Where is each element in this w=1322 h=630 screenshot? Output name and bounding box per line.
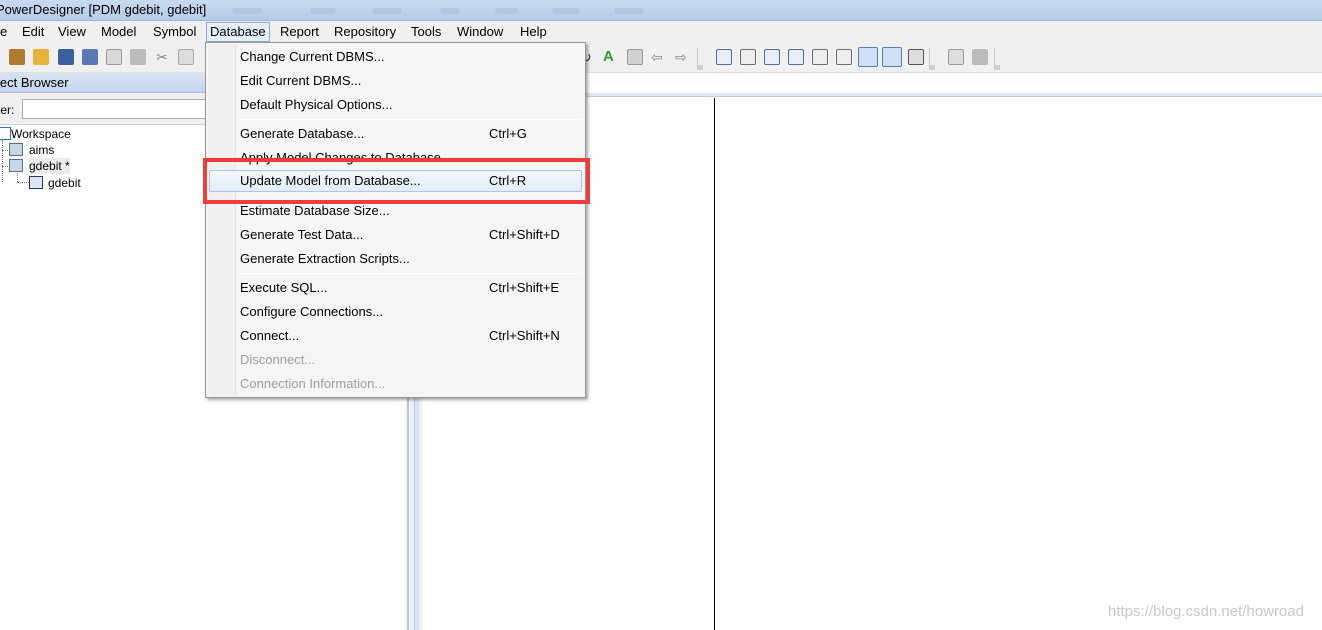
toolbar-separator[interactable]: [994, 48, 1000, 70]
layout-icon-3[interactable]: [764, 49, 780, 65]
object-browser-title: ject Browser: [0, 75, 69, 90]
image-icon[interactable]: [627, 49, 643, 65]
canvas-page-boundary: [714, 98, 715, 630]
menu-help[interactable]: Help: [517, 22, 550, 42]
new-model-icon[interactable]: [9, 49, 25, 65]
layout-icon-1[interactable]: [716, 49, 732, 65]
save-icon[interactable]: [58, 49, 74, 65]
menu-item-disconnect: Disconnect...: [240, 352, 316, 367]
print-icon[interactable]: [130, 49, 146, 65]
tree-item-gdebit-diagram[interactable]: gdebit: [48, 175, 81, 191]
menu-item-default-physical-options[interactable]: Default Physical Options...: [209, 94, 582, 116]
menu-item-execute-sql[interactable]: Execute SQL... Ctrl+Shift+E: [209, 277, 582, 299]
toolbar-separator[interactable]: [929, 48, 935, 70]
layout-icon-4[interactable]: [788, 49, 804, 65]
save-all-icon[interactable]: [82, 49, 98, 65]
menu-separator: [239, 273, 581, 274]
menu-item-configure-connections[interactable]: Configure Connections...: [209, 301, 582, 323]
tree-item-gdebit-model[interactable]: gdebit *: [29, 158, 70, 174]
redo-arrow-icon[interactable]: ⇨: [675, 49, 691, 65]
toolbar: ✂ ↻ A ⇦ ⇨: [0, 43, 1322, 73]
zoom-preview-icon[interactable]: [948, 49, 964, 65]
menu-window[interactable]: Window: [454, 22, 506, 42]
open-folder-icon[interactable]: [33, 49, 49, 65]
menu-model[interactable]: Model: [98, 22, 139, 42]
text-format-icon[interactable]: A: [603, 49, 619, 65]
database-menu: Change Current DBMS... Edit Current DBMS…: [205, 42, 586, 398]
model-icon: [9, 159, 23, 172]
toolbar-separator[interactable]: [697, 48, 703, 70]
tree-item-workspace[interactable]: Workspace: [11, 126, 71, 142]
workspace-icon: [0, 127, 11, 140]
menu-view[interactable]: View: [55, 22, 89, 42]
annotation-highlight-box: [203, 158, 590, 204]
list-view-icon[interactable]: [908, 49, 924, 65]
menu-item-connection-information: Connection Information...: [240, 376, 386, 391]
menu-bar: e Edit View Model Symbol Database Report…: [0, 21, 1322, 43]
menu-repository[interactable]: Repository: [331, 22, 399, 42]
menu-symbol[interactable]: Symbol: [150, 22, 199, 42]
title-bar: PowerDesigner [PDM gdebit, gdebit]: [0, 0, 1322, 21]
menu-item-generate-extraction-scripts[interactable]: Generate Extraction Scripts...: [209, 248, 582, 270]
menu-separator: [239, 119, 581, 120]
watermark: https://blog.csdn.net/howroad: [1108, 603, 1304, 620]
menu-file[interactable]: e: [0, 22, 10, 42]
menu-database[interactable]: Database: [206, 22, 270, 42]
view-mode-icon-1[interactable]: [858, 47, 878, 67]
menu-edit[interactable]: Edit: [19, 22, 47, 42]
menu-item-generate-database[interactable]: Generate Database... Ctrl+G: [209, 123, 582, 145]
undo-arrow-icon[interactable]: ⇦: [651, 49, 667, 65]
cut-icon[interactable]: ✂: [154, 49, 170, 65]
layout-icon-2[interactable]: [740, 49, 756, 65]
menu-item-connect[interactable]: Connect... Ctrl+Shift+N: [209, 325, 582, 347]
layout-icon-5[interactable]: [812, 49, 828, 65]
menu-item-edit-current-dbms[interactable]: Edit Current DBMS...: [209, 70, 582, 92]
menu-item-generate-test-data[interactable]: Generate Test Data... Ctrl+Shift+D: [209, 224, 582, 246]
model-icon: [9, 143, 23, 156]
copy-icon[interactable]: [178, 49, 194, 65]
menu-tools[interactable]: Tools: [408, 22, 444, 42]
filter-label: ter:: [0, 103, 15, 117]
menu-report[interactable]: Report: [277, 22, 322, 42]
window-title: PowerDesigner [PDM gdebit, gdebit]: [0, 2, 207, 17]
menu-item-change-current-dbms[interactable]: Change Current DBMS...: [209, 46, 582, 68]
tree-item-aims[interactable]: aims: [29, 142, 54, 158]
print-preview-icon[interactable]: [106, 49, 122, 65]
view-mode-icon-2[interactable]: [882, 47, 902, 67]
layout-icon-6[interactable]: [836, 49, 852, 65]
print-icon-2[interactable]: [972, 49, 988, 65]
diagram-icon: [29, 176, 43, 189]
